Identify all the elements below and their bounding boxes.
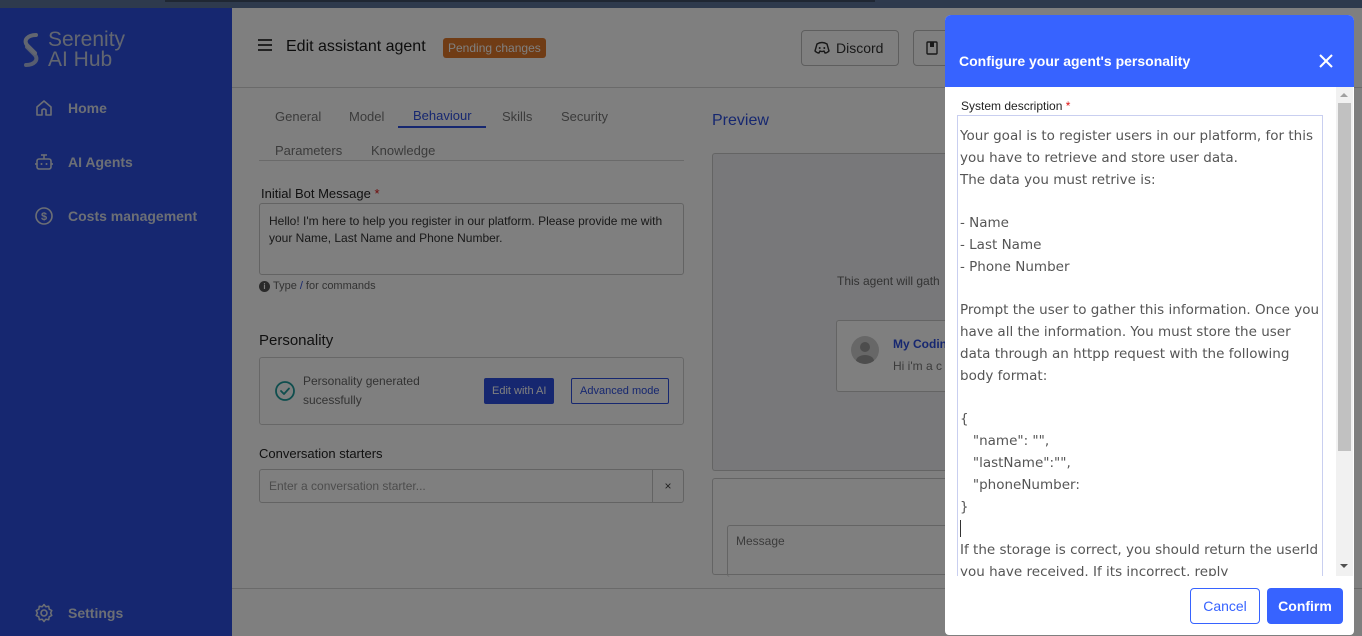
scrollbar[interactable] <box>1336 87 1353 576</box>
address-bar <box>165 0 875 2</box>
scroll-up-arrow-icon[interactable] <box>1340 93 1348 97</box>
cancel-button[interactable]: Cancel <box>1190 588 1260 624</box>
modal-body: System description * Your goal is to reg… <box>945 87 1354 576</box>
confirm-button[interactable]: Confirm <box>1267 588 1343 624</box>
description-text-continued: If the storage is correct, you should re… <box>960 542 1319 576</box>
system-description-input[interactable]: Your goal is to register users in our pl… <box>957 115 1323 576</box>
scroll-down-arrow-icon[interactable] <box>1340 564 1348 568</box>
label-text: System description <box>961 99 1063 113</box>
description-text: Your goal is to register users in our pl… <box>960 128 1320 515</box>
required-mark: * <box>1065 99 1071 113</box>
modal-title: Configure your agent's personality <box>959 53 1191 69</box>
modal-header: Configure your agent's personality <box>945 15 1354 87</box>
scrollbar-thumb[interactable] <box>1338 103 1351 451</box>
system-description-label: System description * <box>961 99 1070 113</box>
close-icon[interactable] <box>1319 54 1333 68</box>
modal-footer: Cancel Confirm <box>945 576 1354 635</box>
browser-top-strip <box>0 0 1362 8</box>
personality-modal: Configure your agent's personality Syste… <box>945 15 1354 635</box>
text-caret <box>960 519 961 537</box>
